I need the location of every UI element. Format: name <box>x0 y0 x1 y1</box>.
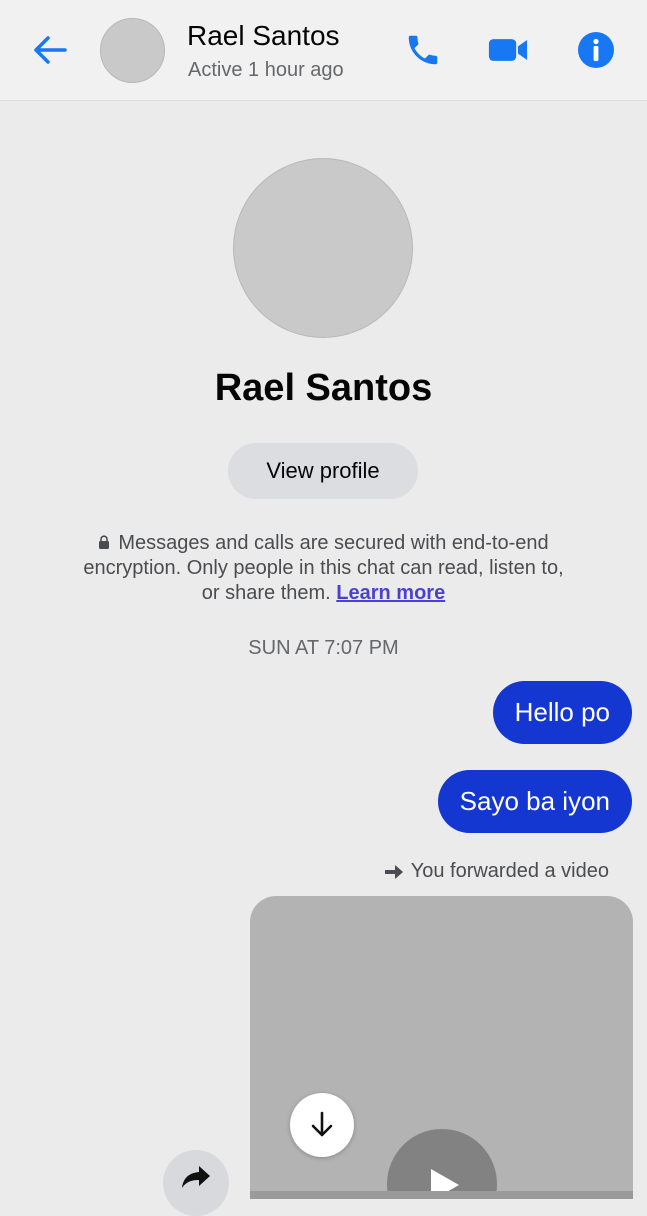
forward-arrow-icon <box>384 864 403 879</box>
back-button[interactable] <box>26 30 74 70</box>
share-arrow-icon <box>182 1166 210 1188</box>
phone-icon <box>408 35 438 65</box>
message-timestamp: SUN AT 7:07 PM <box>248 637 399 659</box>
video-camera-icon <box>488 39 528 61</box>
active-status: Active 1 hour ago <box>188 59 344 81</box>
chat-header: Rael Santos Active 1 hour ago <box>0 0 647 101</box>
contact-avatar[interactable] <box>100 18 165 83</box>
info-icon <box>578 32 614 68</box>
view-profile-button[interactable]: View profile <box>228 443 418 499</box>
encryption-notice: Messages and calls are secured with end-… <box>80 531 567 606</box>
forwarded-video[interactable] <box>250 896 633 1191</box>
encryption-text: Messages and calls are secured with end-… <box>83 532 564 604</box>
contact-name[interactable]: Rael Santos <box>187 20 340 52</box>
play-icon <box>431 1169 459 1191</box>
forwarded-text: You forwarded a video <box>410 860 609 882</box>
sent-message-bubble[interactable]: Sayo ba iyon <box>437 770 632 833</box>
download-button[interactable] <box>290 1093 354 1157</box>
back-arrow-icon <box>34 36 67 64</box>
learn-more-link[interactable]: Learn more <box>336 582 445 604</box>
play-button[interactable] <box>387 1129 497 1191</box>
profile-photo[interactable] <box>233 158 413 338</box>
audio-call-button[interactable] <box>403 30 443 70</box>
share-forward-button[interactable] <box>163 1150 229 1216</box>
sent-message-bubble[interactable]: Hello po <box>492 681 632 744</box>
profile-name: Rael Santos <box>214 367 433 409</box>
download-arrow-icon <box>311 1111 333 1137</box>
video-call-button[interactable] <box>488 30 528 70</box>
forwarded-indicator: You forwarded a video <box>384 860 609 883</box>
lock-icon <box>99 535 110 549</box>
info-button[interactable] <box>576 30 616 70</box>
next-message-preview <box>250 1191 633 1199</box>
